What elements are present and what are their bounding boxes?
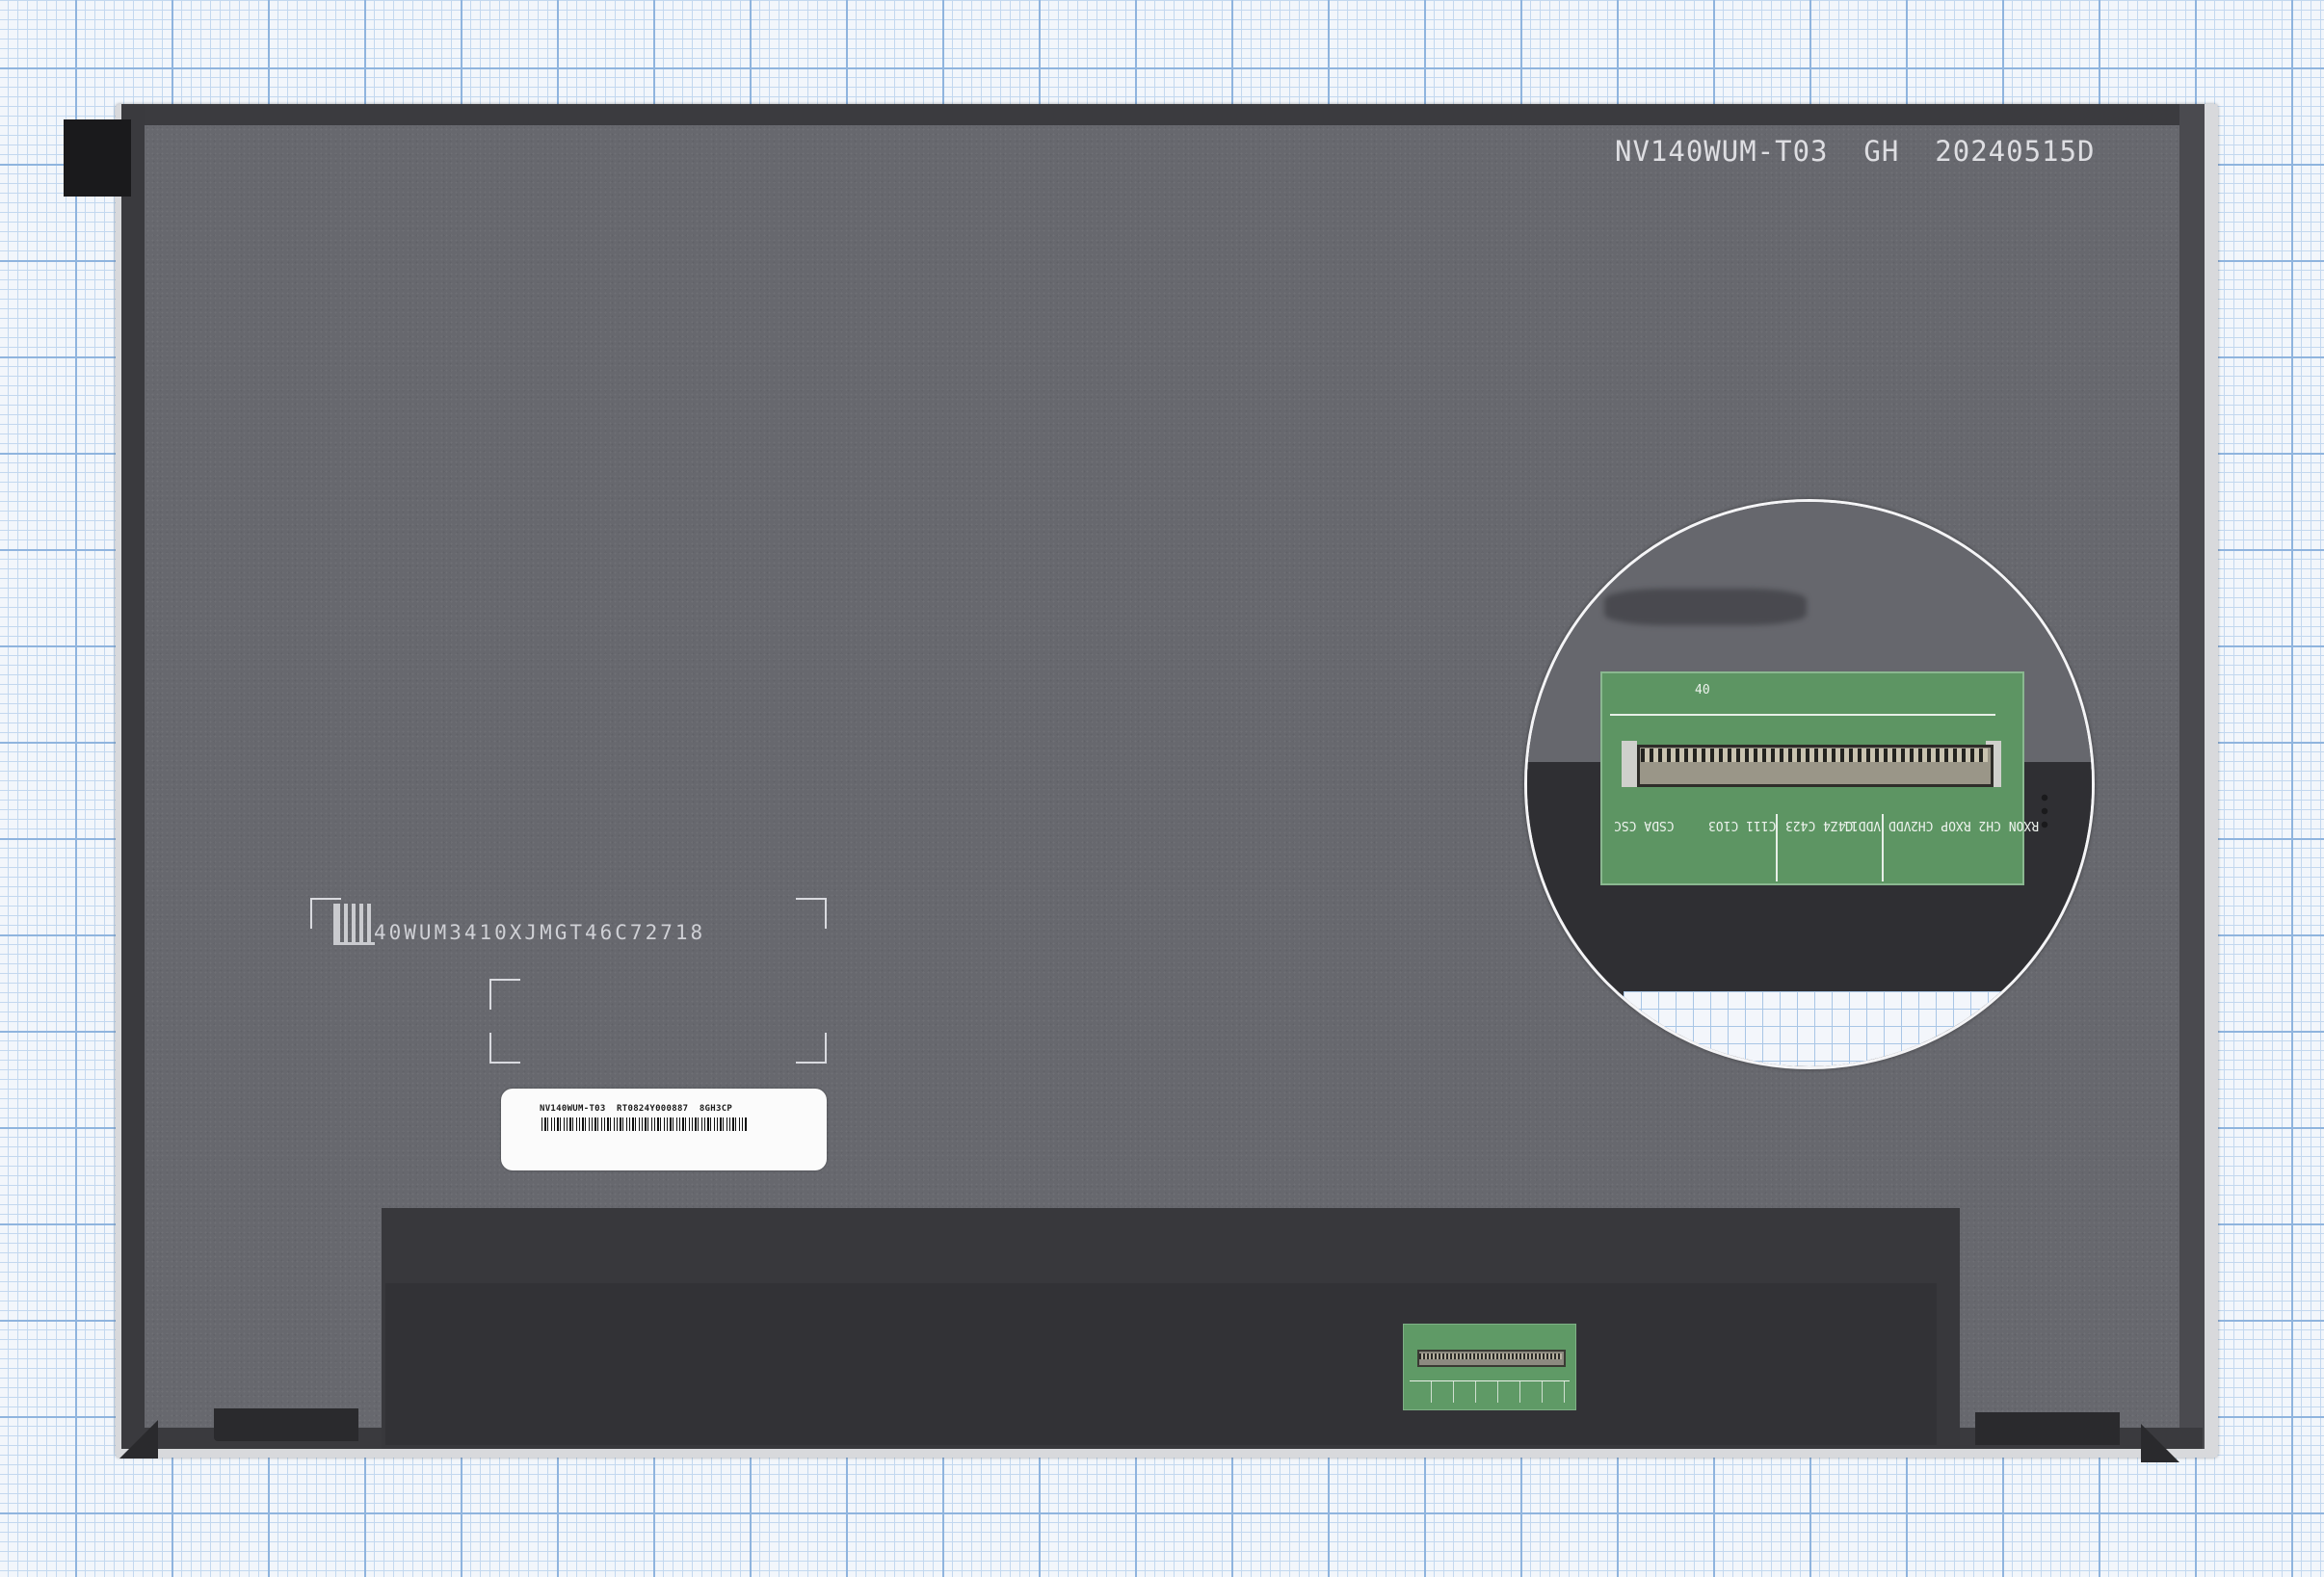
connector-pcb (1403, 1324, 1576, 1410)
silkscreen-label: RXON CH2 RXOP CH2 (1911, 818, 2040, 832)
barcode (541, 1117, 748, 1131)
silkscreen-label: CSDA CSC (1614, 818, 1675, 832)
inset-connector-board: 40 CSDA CSC C111 C1O3 C4Z4 C423 VDD VDD1… (1600, 671, 2039, 885)
inset-dots (2038, 791, 2051, 833)
frame-corner (796, 898, 827, 929)
mounting-foot-left (214, 1408, 358, 1441)
black-tape-tab (64, 119, 131, 197)
mounting-foot-right (1975, 1412, 2120, 1445)
panel-edge-left (121, 104, 145, 1449)
inset-graph-paper (1624, 991, 2028, 1066)
connector-pins (1641, 749, 1988, 762)
silkscreen-label: VDD VDD11 (1843, 818, 1912, 832)
connector-pins (1419, 1354, 1562, 1359)
magnified-inset: 40 CSDA CSC C111 C1O3 C4Z4 C423 VDD VDD1… (1524, 499, 2095, 1069)
serial-marking: 40WUM3410XJMGT46C72718 (374, 921, 706, 944)
frame-corner (489, 979, 520, 1010)
model-print: NV140WUM-T03 GH 20240515D (1615, 135, 2096, 168)
frame-corner (796, 1033, 827, 1064)
datamatrix-code (333, 904, 375, 945)
panel-edge-right (2179, 104, 2205, 1449)
connector-silkscreen (1410, 1380, 1570, 1403)
barcode-label: NV140WUM-T03 RT0824Y000887 8GH3CP (501, 1089, 827, 1170)
inset-smudge (1604, 589, 1807, 625)
bottom-panel-inner (385, 1283, 1937, 1445)
silkscreen-label: 40 (1695, 683, 1710, 697)
label-text: NV140WUM-T03 RT0824Y000887 8GH3CP (540, 1104, 733, 1114)
frame-corner (489, 1033, 520, 1064)
silkscreen-label: C111 C1O3 (1708, 818, 1777, 832)
pcb-trace (1610, 714, 1995, 716)
connector-latch-left (1622, 741, 1637, 787)
panel-edge-top (121, 104, 2203, 125)
